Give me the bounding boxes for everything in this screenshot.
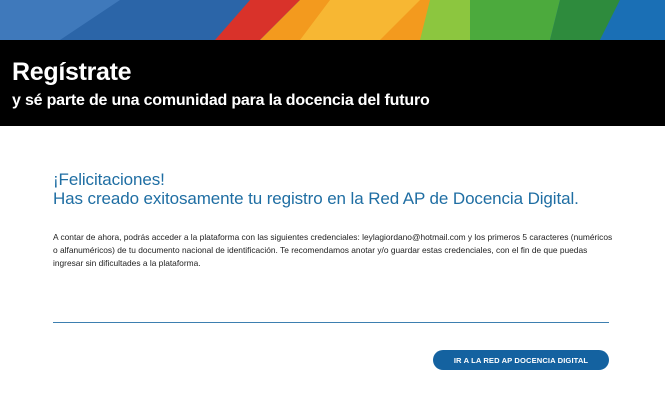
go-to-platform-button[interactable]: IR A LA RED AP DOCENCIA DIGITAL	[433, 350, 609, 370]
congrats-line: ¡Felicitaciones!	[53, 170, 165, 189]
confirmation-heading: ¡Felicitaciones! Has creado exitosamente…	[53, 170, 579, 208]
registration-success-line: Has creado exitosamente tu registro en l…	[53, 189, 579, 208]
section-divider	[53, 322, 609, 323]
credentials-info-text: A contar de ahora, podrás acceder a la p…	[53, 232, 613, 268]
hero-header: Regístrate y sé parte de una comunidad p…	[0, 40, 665, 126]
registration-confirmation-page: Regístrate y sé parte de una comunidad p…	[0, 0, 665, 400]
page-title: Regístrate	[12, 58, 132, 86]
banner-graphic	[0, 0, 665, 40]
decorative-color-banner	[0, 0, 665, 40]
page-subtitle: y sé parte de una comunidad para la doce…	[12, 92, 430, 109]
